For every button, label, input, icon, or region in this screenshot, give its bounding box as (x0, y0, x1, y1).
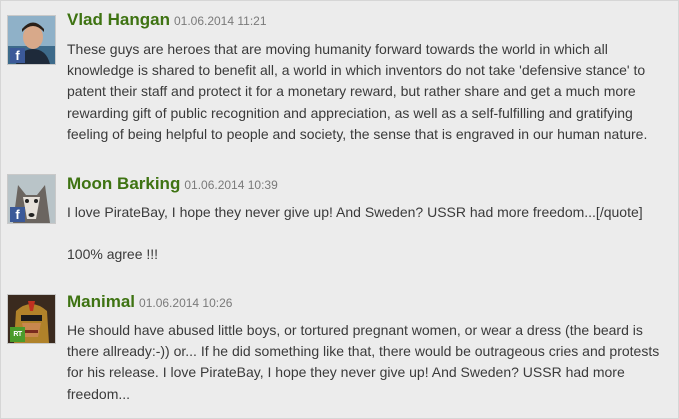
comment-date: 01.06.2014 11:21 (173, 14, 267, 28)
comment-header: Manimal 01.06.2014 10:26 (67, 292, 232, 312)
avatar[interactable]: RT (7, 294, 56, 344)
author-name[interactable]: Manimal (67, 292, 135, 311)
author-name[interactable]: Vlad Hangan (67, 10, 170, 29)
comment-date: 01.06.2014 10:26 (139, 296, 233, 310)
comment-body: These guys are heroes that are moving hu… (67, 39, 672, 145)
comment-header: Vlad Hangan 01.06.2014 11:21 (67, 10, 267, 30)
comment-body: I love PirateBay, I hope they never give… (67, 202, 672, 265)
author-name[interactable]: Moon Barking (67, 174, 180, 193)
avatar[interactable]: f (7, 15, 56, 65)
comment-header: Moon Barking 01.06.2014 10:39 (67, 174, 278, 194)
comment-text: 100% agree !!! (67, 246, 159, 263)
comment-date: 01.06.2014 10:39 (184, 178, 278, 192)
facebook-icon: f (10, 207, 25, 222)
comment-text: These guys are heroes that are moving hu… (67, 41, 648, 142)
comment-text: He should have abused little boys, or to… (67, 322, 660, 402)
facebook-icon: f (10, 48, 25, 63)
avatar[interactable]: f (7, 174, 56, 224)
rt-icon: RT (10, 327, 25, 342)
comment-text: I love PirateBay, I hope they never give… (67, 204, 643, 220)
comment-body: He should have abused little boys, or to… (67, 320, 672, 405)
